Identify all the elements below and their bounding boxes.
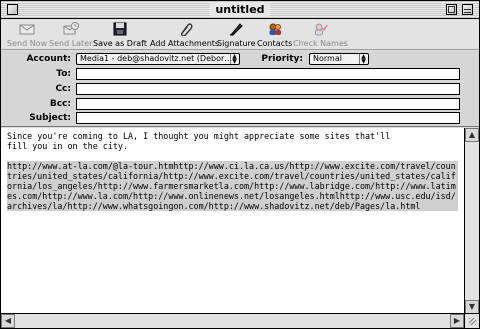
body-intro-text: Since you're coming to LA, I thought you… xyxy=(7,131,391,151)
close-box-icon[interactable] xyxy=(7,4,18,15)
message-header: Account: Media1 - deb@shadovitz.net (Deb… xyxy=(1,51,479,127)
message-body[interactable]: Since you're coming to LA, I thought you… xyxy=(1,128,464,314)
collapse-box-icon[interactable] xyxy=(462,4,473,15)
cc-field[interactable] xyxy=(76,83,460,95)
send-now-icon xyxy=(19,22,35,36)
account-popup[interactable]: Media1 - deb@shadovitz.net (Debor… ▲ ▼ xyxy=(76,53,240,65)
horizontal-scrollbar[interactable]: ◀ ▶ xyxy=(1,313,464,328)
signature-button[interactable]: Signature xyxy=(217,22,256,49)
selected-url-list[interactable]: http://www.at-la.com/@la-tour.htmhttp://… xyxy=(7,161,458,211)
cc-label: Cc: xyxy=(55,84,71,94)
send-later-button[interactable]: Send Later xyxy=(49,22,92,49)
priority-label: Priority: xyxy=(261,54,303,64)
window-title: untitled xyxy=(209,2,271,17)
compose-window: untitled Send Now Send Later Save as Dra… xyxy=(0,0,480,329)
title-bar[interactable]: untitled xyxy=(1,1,479,19)
subject-field[interactable] xyxy=(76,112,460,124)
zoom-box-icon[interactable] xyxy=(446,4,457,15)
popup-arrows-icon: ▲ ▼ xyxy=(230,54,238,64)
add-attachments-button[interactable]: Add Attachments xyxy=(150,22,219,49)
priority-popup[interactable]: Normal ▲ ▼ xyxy=(309,53,369,65)
paperclip-icon xyxy=(177,22,193,37)
popup-arrows-icon: ▲ ▼ xyxy=(359,54,367,64)
to-field[interactable] xyxy=(76,68,460,80)
account-value: Media1 - deb@shadovitz.net (Debor… xyxy=(80,54,233,63)
scroll-right-icon[interactable]: ▶ xyxy=(450,314,464,328)
to-label: To: xyxy=(56,69,71,79)
check-names-icon xyxy=(312,22,329,36)
scroll-up-icon[interactable]: ▲ xyxy=(465,128,479,142)
contacts-icon xyxy=(267,22,283,36)
account-label: Account: xyxy=(26,54,71,64)
bcc-field[interactable] xyxy=(76,98,460,110)
resize-grip-icon[interactable] xyxy=(464,313,479,328)
toolbar: Send Now Send Later Save as Draft Add At… xyxy=(1,20,479,50)
contacts-button[interactable]: Contacts xyxy=(257,22,292,49)
priority-value: Normal xyxy=(313,54,342,63)
scroll-left-icon[interactable]: ◀ xyxy=(1,314,15,328)
check-names-button[interactable]: Check Names xyxy=(293,22,348,49)
subject-label: Subject: xyxy=(29,113,71,123)
save-draft-icon xyxy=(112,22,128,36)
send-later-icon xyxy=(63,22,79,36)
save-as-draft-button[interactable]: Save as Draft xyxy=(93,22,147,49)
send-now-button[interactable]: Send Now xyxy=(7,22,47,49)
signature-pen-icon xyxy=(228,22,244,36)
scroll-down-icon[interactable]: ▼ xyxy=(465,300,479,314)
vertical-scrollbar[interactable]: ▲ ▼ xyxy=(464,128,479,314)
bcc-label: Bcc: xyxy=(49,99,71,109)
